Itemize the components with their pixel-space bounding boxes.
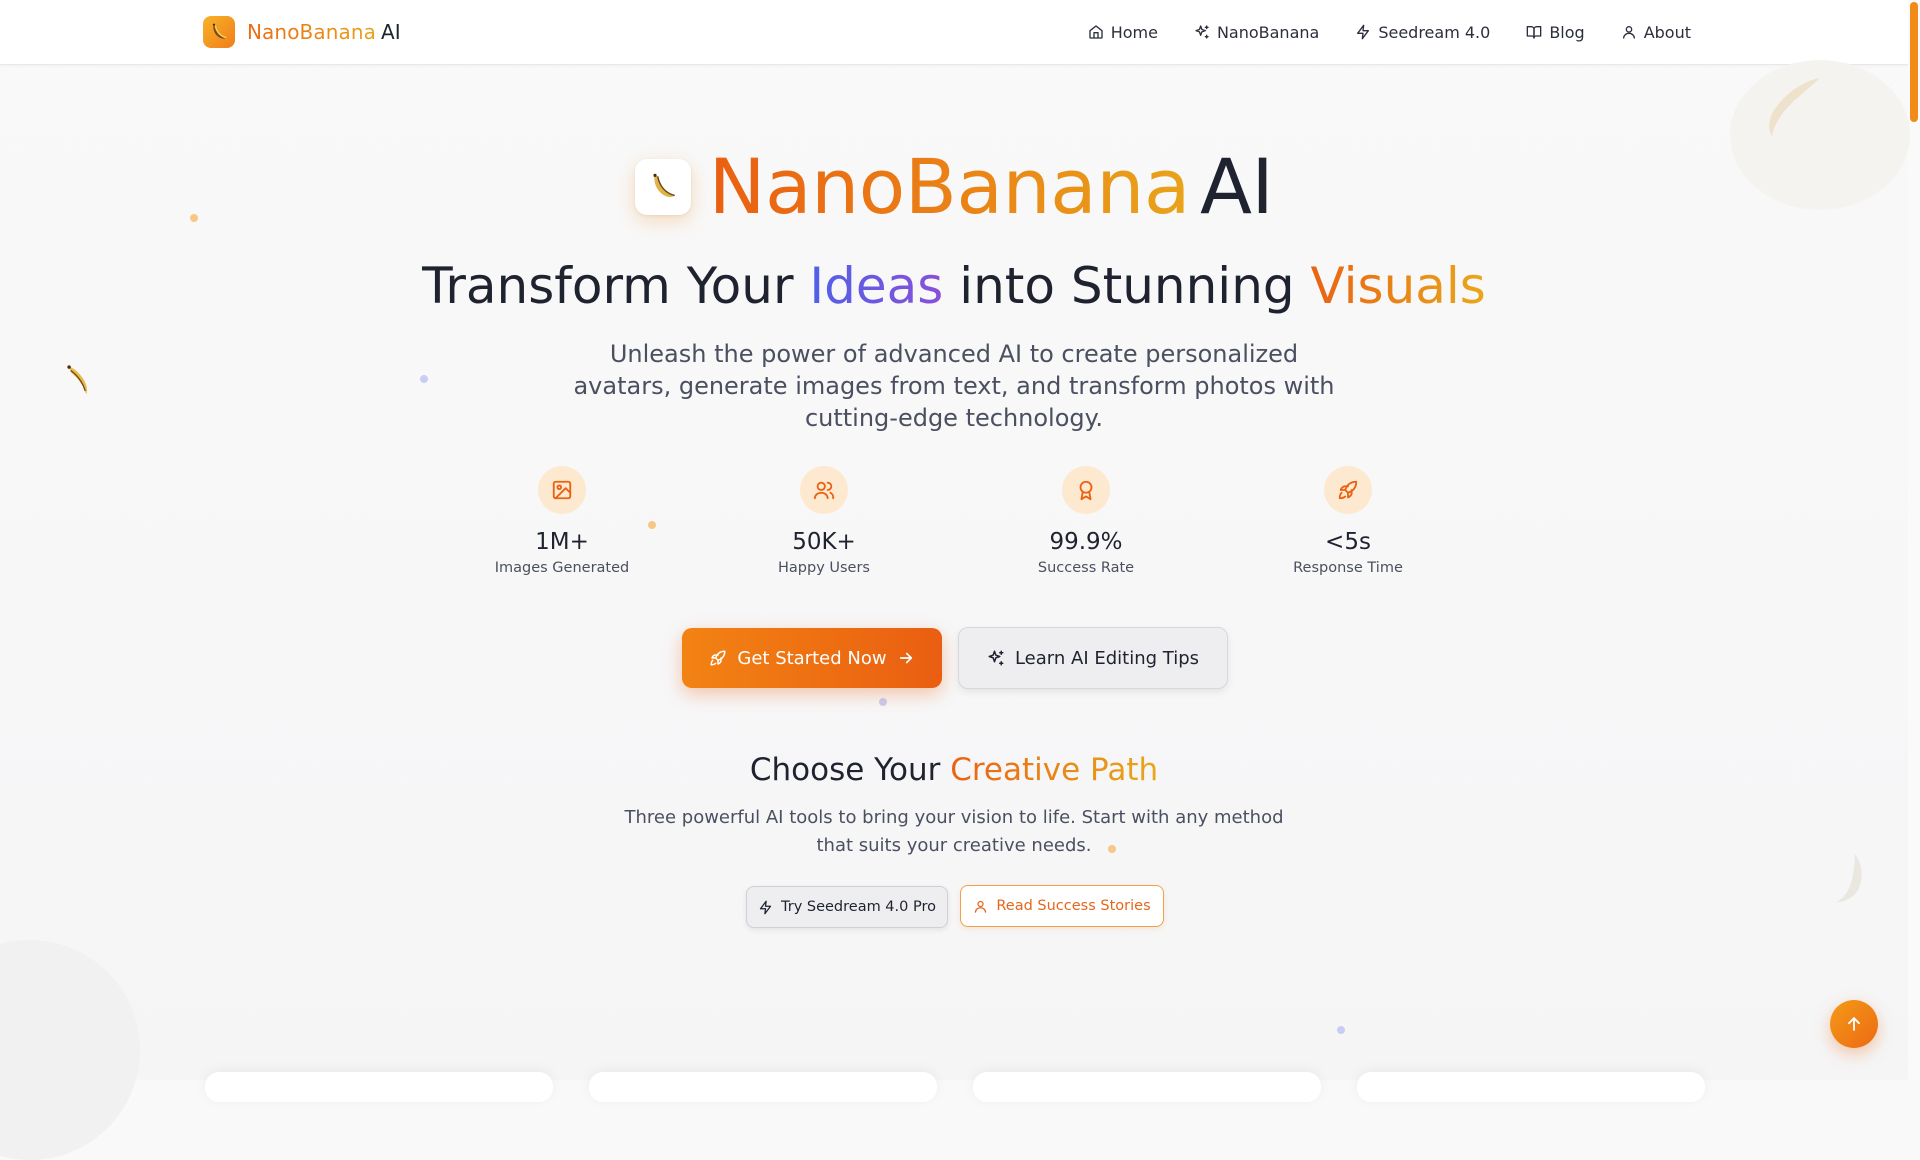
banana-logo-icon [634,159,691,215]
get-started-button[interactable]: Get Started Now [682,628,942,688]
top-navbar: NanoBanana AI Home NanoBanana Seedream 4.… [0,0,1908,65]
nav-item-label: About [1643,22,1691,42]
learn-editing-tips-label: Learn AI Editing Tips [1014,647,1200,669]
hero-title-name: NanoBanana [708,142,1191,231]
subtitle-part: Transform Your [422,257,810,315]
banana-decor-icon [1756,72,1826,146]
tool-card[interactable] [205,1072,553,1102]
user-icon [975,900,987,913]
sparkles-icon [988,650,1004,666]
page-scrollbar[interactable] [1908,0,1920,1080]
nav-item-label: Seedream 4.0 [1378,22,1491,42]
arrow-up-icon [1848,1017,1860,1031]
learn-editing-tips-button[interactable]: Learn AI Editing Tips [958,627,1228,689]
tool-card[interactable] [973,1072,1321,1102]
nav-item-label: Blog [1549,22,1585,42]
section-title-prefix: Choose Your [749,752,951,788]
brand[interactable]: NanoBanana AI [203,16,401,48]
nav-item-about[interactable]: About [1621,23,1691,42]
banana-logo-icon [203,16,235,48]
rocket-icon [1324,466,1372,514]
subtitle-highlight-visuals: Visuals [1310,257,1486,315]
home-icon [1089,25,1103,39]
stat-value: 1M+ [535,529,589,555]
nav-item-home[interactable]: Home [1088,23,1158,42]
section-title: Choose Your Creative Path [0,750,1908,790]
hero-heading: NanoBanana AI [709,142,1274,232]
section-title-highlight: Creative Path [950,752,1159,788]
award-icon [1062,466,1110,514]
subtitle-part: into Stunning [943,257,1311,315]
stat-label: Happy Users [778,560,870,576]
nav-item-blog[interactable]: Blog [1526,22,1585,42]
stat-happy-users: 50K+ Happy Users [724,466,924,578]
stat-value: <5s [1325,529,1371,555]
stat-value: 99.9% [1049,529,1123,555]
zap-icon [759,900,772,914]
tool-card[interactable] [1357,1072,1705,1102]
hero-subtitle: Transform Your Ideas into Stunning Visua… [0,254,1908,318]
brand-name: NanoBanana [247,20,376,44]
nav-item-label: Home [1110,22,1158,42]
hero-title-suffix: AI [1199,142,1274,231]
stat-images-generated: 1M+ Images Generated [462,466,662,578]
book-icon [1526,26,1542,39]
stat-response-time: <5s Response Time [1248,466,1448,578]
get-started-label: Get Started Now [737,647,887,669]
try-seedream-label: Try Seedream 4.0 Pro [781,899,936,915]
zap-icon [1357,24,1370,40]
back-to-top-button[interactable] [1830,1000,1878,1048]
decor-dot [420,375,428,383]
stat-success-rate: 99.9% Success Rate [986,466,1186,578]
try-seedream-button[interactable]: Try Seedream 4.0 Pro [746,886,948,928]
nav-links: Home NanoBanana Seedream 4.0 Blog About [1088,0,1691,64]
sparkles-icon [1195,25,1209,39]
section-description: Three powerful AI tools to bring your vi… [624,807,1284,856]
nav-item-nanobanana[interactable]: NanoBanana [1194,23,1319,42]
stat-value: 50K+ [792,529,856,555]
brand-suffix: AI [380,20,401,44]
hero-title: NanoBanana AI [0,142,1908,232]
nav-item-label: NanoBanana [1216,22,1320,42]
stat-label: Success Rate [1037,560,1135,576]
arrow-right-icon [899,652,912,664]
user-icon [1622,26,1635,39]
read-success-stories-button[interactable]: Read Success Stories [960,885,1164,927]
hero-lead-text: Unleash the power of advanced AI to crea… [573,340,1335,432]
image-icon [538,466,586,514]
banana-decor-icon [1826,850,1874,910]
rocket-icon [710,650,726,666]
decor-dot [1337,1026,1345,1034]
banana-decor-icon [64,362,98,400]
background-blob [0,940,140,1160]
nav-item-seedream[interactable]: Seedream 4.0 [1355,23,1490,42]
scrollbar-thumb[interactable] [1910,2,1918,122]
users-icon [800,466,848,514]
read-success-stories-label: Read Success Stories [996,898,1151,914]
stat-label: Response Time [1293,560,1403,576]
stat-label: Images Generated [494,560,630,576]
subtitle-highlight-ideas: Ideas [809,257,944,315]
tool-card[interactable] [589,1072,937,1102]
decor-dot [879,698,887,706]
brand-wordmark: NanoBanana AI [247,20,401,44]
